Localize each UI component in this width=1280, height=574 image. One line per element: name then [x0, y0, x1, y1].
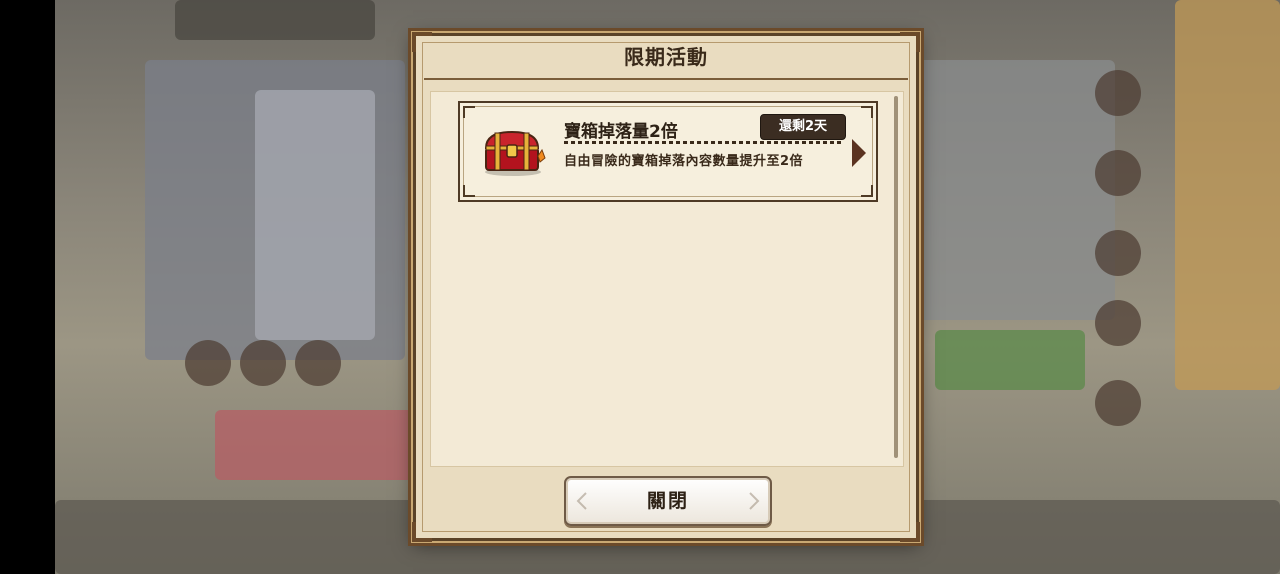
letterbox-bar: [0, 0, 55, 574]
card-corner: [463, 106, 475, 118]
treasure-chest-icon: [484, 130, 546, 176]
button-ornament-icon: [576, 492, 587, 510]
close-button[interactable]: 關閉: [564, 476, 772, 526]
frame-corner: [900, 522, 920, 542]
close-button-label: 關閉: [646, 490, 689, 512]
card-corner: [861, 106, 873, 118]
card-corner: [861, 185, 873, 197]
button-ornament-icon: [749, 492, 760, 510]
title-divider: [424, 78, 908, 80]
dialog-title: 限期活動: [624, 45, 708, 69]
limited-event-dialog: 限期活動 寶箱掉落量2倍 還剩2天 自由冒險的寶箱掉落內容數量提升至2倍 關閉: [412, 32, 920, 542]
frame-corner: [412, 522, 432, 542]
event-description: 自由冒險的寶箱掉落內容數量提升至2倍: [564, 154, 804, 169]
card-corner: [463, 185, 475, 197]
event-card[interactable]: 寶箱掉落量2倍 還剩2天 自由冒險的寶箱掉落內容數量提升至2倍: [458, 101, 878, 202]
title-dotted-line: [564, 141, 844, 144]
chevron-right-icon[interactable]: [852, 139, 866, 167]
scrollbar[interactable]: [894, 96, 898, 458]
event-title: 寶箱掉落量2倍: [564, 122, 678, 142]
time-left-badge: 還剩2天: [760, 114, 846, 140]
